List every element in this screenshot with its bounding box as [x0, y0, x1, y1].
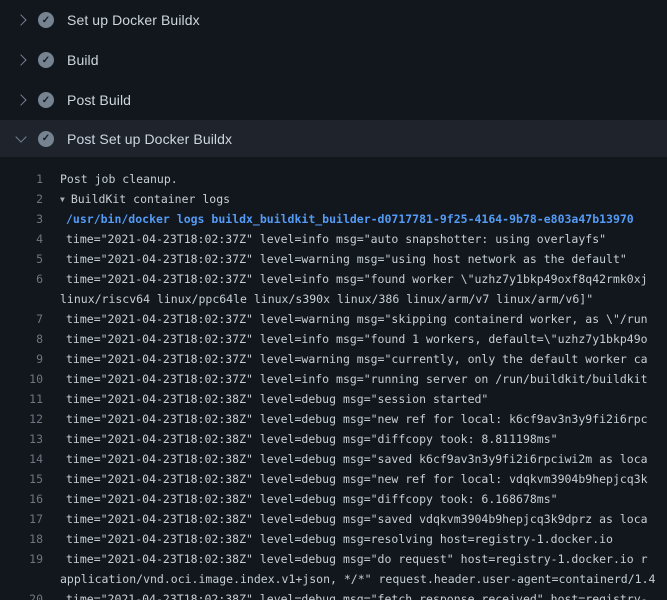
- step-label: Set up Docker Buildx: [67, 12, 200, 28]
- log-line-number[interactable]: 3: [0, 209, 45, 229]
- log-line-number[interactable]: 20: [0, 589, 45, 600]
- log-line-number[interactable]: 10: [0, 369, 45, 389]
- log-line: 18 time="2021-04-23T18:02:38Z" level=deb…: [0, 529, 667, 549]
- log-line-text: time="2021-04-23T18:02:38Z" level=debug …: [66, 509, 648, 529]
- log-line-text: time="2021-04-23T18:02:38Z" level=debug …: [66, 529, 613, 549]
- log-line-text: /usr/bin/docker logs buildx_buildkit_bui…: [66, 209, 634, 229]
- workflow-steps-list: ✓ Set up Docker Buildx ✓ Build ✓ Post Bu…: [0, 0, 667, 157]
- log-line-number[interactable]: 14: [0, 449, 45, 469]
- log-line-text: time="2021-04-23T18:02:38Z" level=debug …: [66, 449, 648, 469]
- step-label: Build: [67, 52, 99, 68]
- log-line: 13 time="2021-04-23T18:02:38Z" level=deb…: [0, 429, 667, 449]
- log-line-number[interactable]: 6: [0, 269, 45, 289]
- log-line: 1 Post job cleanup.: [0, 169, 667, 189]
- log-line-number[interactable]: 18: [0, 529, 45, 549]
- log-line-text: time="2021-04-23T18:02:38Z" level=debug …: [66, 429, 558, 449]
- log-line: 11 time="2021-04-23T18:02:38Z" level=deb…: [0, 389, 667, 409]
- step-header-post-build[interactable]: ✓ Post Build: [0, 80, 667, 120]
- log-line-text: time="2021-04-23T18:02:37Z" level=warnin…: [66, 309, 648, 329]
- step-header-build[interactable]: ✓ Build: [0, 40, 667, 80]
- log-line: 8 time="2021-04-23T18:02:37Z" level=info…: [0, 329, 667, 349]
- log-line-text: time="2021-04-23T18:02:38Z" level=debug …: [66, 549, 648, 569]
- check-circle-icon: ✓: [38, 92, 54, 108]
- log-line: 19 time="2021-04-23T18:02:38Z" level=deb…: [0, 549, 667, 569]
- log-line-number[interactable]: [0, 289, 45, 309]
- log-line-number[interactable]: 7: [0, 309, 45, 329]
- log-line: 5 time="2021-04-23T18:02:37Z" level=warn…: [0, 249, 667, 269]
- check-circle-icon: ✓: [38, 52, 54, 68]
- log-line-number[interactable]: 8: [0, 329, 45, 349]
- log-line-number[interactable]: 9: [0, 349, 45, 369]
- log-line: 20 time="2021-04-23T18:02:38Z" level=deb…: [0, 589, 667, 600]
- log-line: 6 time="2021-04-23T18:02:37Z" level=info…: [0, 269, 667, 289]
- log-line-number[interactable]: 12: [0, 409, 45, 429]
- log-line: 10 time="2021-04-23T18:02:37Z" level=inf…: [0, 369, 667, 389]
- log-group-toggle[interactable]: ▼BuildKit container logs: [60, 189, 230, 209]
- log-line-text: Post job cleanup.: [60, 169, 178, 189]
- log-line-number[interactable]: [0, 569, 45, 589]
- log-line-text: time="2021-04-23T18:02:38Z" level=debug …: [66, 589, 648, 600]
- log-line-number[interactable]: 11: [0, 389, 45, 409]
- log-line: 12 time="2021-04-23T18:02:38Z" level=deb…: [0, 409, 667, 429]
- log-line: 3 /usr/bin/docker logs buildx_buildkit_b…: [0, 209, 667, 229]
- chevron-right-icon[interactable]: [13, 11, 31, 29]
- step-header-post-set-up-docker-buildx[interactable]: ✓ Post Set up Docker Buildx: [0, 120, 667, 157]
- log-line-number[interactable]: 2: [0, 189, 45, 209]
- log-line: 7 time="2021-04-23T18:02:37Z" level=warn…: [0, 309, 667, 329]
- log-line-number[interactable]: 1: [0, 169, 45, 189]
- log-line-text: time="2021-04-23T18:02:38Z" level=debug …: [66, 389, 488, 409]
- log-line: 2 ▼BuildKit container logs: [0, 189, 667, 209]
- check-circle-icon: ✓: [38, 131, 54, 147]
- log-line-text: time="2021-04-23T18:02:38Z" level=debug …: [66, 409, 648, 429]
- log-line: 16 time="2021-04-23T18:02:38Z" level=deb…: [0, 489, 667, 509]
- step-header-set-up-docker-buildx[interactable]: ✓ Set up Docker Buildx: [0, 0, 667, 40]
- chevron-right-icon[interactable]: [13, 91, 31, 109]
- chevron-right-icon[interactable]: [13, 51, 31, 69]
- log-line-number[interactable]: 16: [0, 489, 45, 509]
- log-line-text: time="2021-04-23T18:02:37Z" level=info m…: [66, 329, 648, 349]
- log-line: 15 time="2021-04-23T18:02:38Z" level=deb…: [0, 469, 667, 489]
- triangle-down-icon[interactable]: ▼: [60, 190, 65, 209]
- step-label: Post Set up Docker Buildx: [67, 131, 232, 147]
- log-line: 14 time="2021-04-23T18:02:38Z" level=deb…: [0, 449, 667, 469]
- check-circle-icon: ✓: [38, 12, 54, 28]
- log-line-text: time="2021-04-23T18:02:37Z" level=warnin…: [66, 349, 648, 369]
- log-line-text: application/vnd.oci.image.index.v1+json,…: [60, 569, 655, 589]
- log-line-number[interactable]: 5: [0, 249, 45, 269]
- log-line-number[interactable]: 13: [0, 429, 45, 449]
- log-line-number[interactable]: 15: [0, 469, 45, 489]
- log-line: application/vnd.oci.image.index.v1+json,…: [0, 569, 667, 589]
- log-line: 4 time="2021-04-23T18:02:37Z" level=info…: [0, 229, 667, 249]
- log-line-number[interactable]: 4: [0, 229, 45, 249]
- log-line: 17 time="2021-04-23T18:02:38Z" level=deb…: [0, 509, 667, 529]
- log-line-text: time="2021-04-23T18:02:38Z" level=debug …: [66, 469, 648, 489]
- log-line: linux/riscv64 linux/ppc64le linux/s390x …: [0, 289, 667, 309]
- log-line-text: time="2021-04-23T18:02:38Z" level=debug …: [66, 489, 558, 509]
- log-line-text: linux/riscv64 linux/ppc64le linux/s390x …: [60, 289, 593, 309]
- chevron-down-icon[interactable]: [13, 130, 31, 148]
- log-viewer[interactable]: 1 Post job cleanup. 2 ▼BuildKit containe…: [0, 157, 667, 600]
- log-line-number[interactable]: 17: [0, 509, 45, 529]
- log-line-number[interactable]: 19: [0, 549, 45, 569]
- log-line-text: time="2021-04-23T18:02:37Z" level=info m…: [66, 229, 606, 249]
- log-line: 9 time="2021-04-23T18:02:37Z" level=warn…: [0, 349, 667, 369]
- log-line-text: time="2021-04-23T18:02:37Z" level=info m…: [66, 369, 648, 389]
- log-line-text: time="2021-04-23T18:02:37Z" level=warnin…: [66, 249, 627, 269]
- log-line-text: time="2021-04-23T18:02:37Z" level=info m…: [66, 269, 648, 289]
- step-label: Post Build: [67, 92, 131, 108]
